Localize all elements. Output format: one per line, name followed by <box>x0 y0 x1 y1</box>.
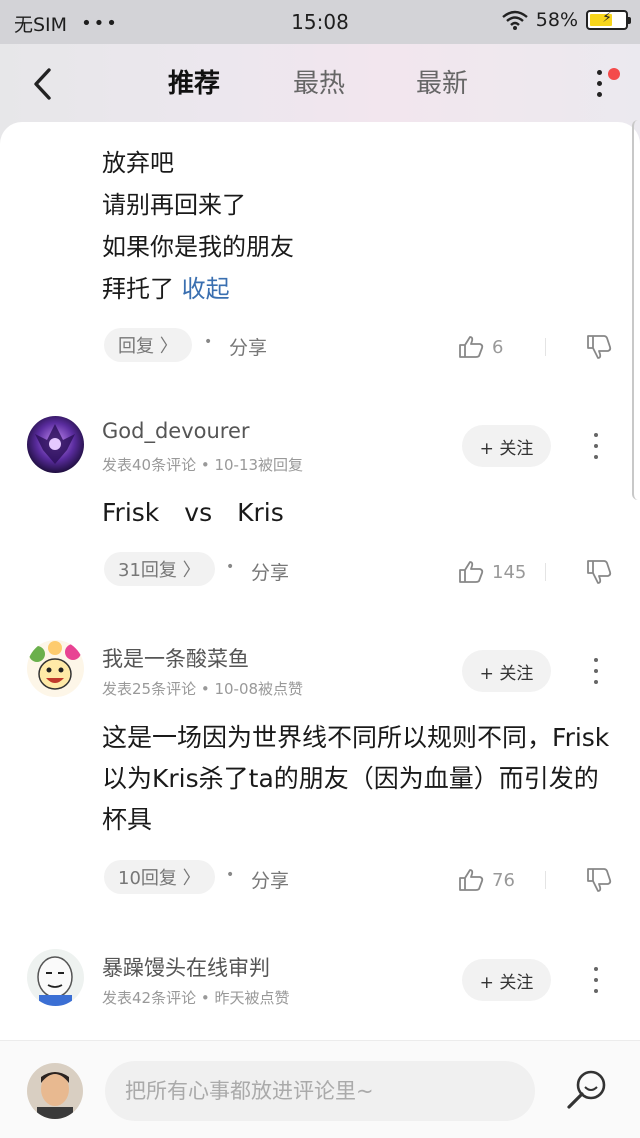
comment-input[interactable] <box>105 1061 535 1121</box>
avatar[interactable] <box>27 416 84 473</box>
tab-hottest[interactable]: 最热 <box>293 64 345 104</box>
user-meta: 发表25条评论 • 10-08被点赞 <box>102 680 304 698</box>
thumbs-up-icon <box>459 561 484 583</box>
tab-newest[interactable]: 最新 <box>416 64 468 104</box>
follow-button[interactable]: + 关注 <box>462 959 551 1001</box>
replies-button[interactable]: 31回复 〉 <box>104 552 215 586</box>
thumbs-up-icon <box>459 869 484 891</box>
notification-dot <box>608 68 620 80</box>
separator-dot: • <box>226 867 235 883</box>
reply-line: 如果你是我的朋友 <box>102 233 294 261</box>
thumbs-up-icon <box>459 336 484 358</box>
share-button[interactable]: 分享 <box>251 558 289 585</box>
collapse-link[interactable]: 收起 <box>182 275 230 303</box>
avatar[interactable] <box>27 640 84 697</box>
reply-line: 请别再回来了 <box>102 191 246 219</box>
reply-button[interactable]: 回复 〉 <box>104 328 192 362</box>
follow-button[interactable]: + 关注 <box>462 425 551 467</box>
share-button[interactable]: 分享 <box>251 866 289 893</box>
top-navigation: 推荐 最热 最新 <box>0 44 640 124</box>
comment-text: 这是一场因为世界线不同所以规则不同，Frisk以为Kris杀了ta的朋友（因为血… <box>102 723 610 834</box>
like-button[interactable]: 145 <box>458 557 526 587</box>
like-count: 6 <box>492 336 504 358</box>
like-count: 76 <box>492 869 515 891</box>
like-button[interactable]: 6 <box>458 332 503 362</box>
my-avatar[interactable] <box>27 1063 83 1119</box>
comment-composer-bar <box>0 1040 640 1138</box>
back-arrow-icon <box>34 68 51 100</box>
username[interactable]: God_devourer <box>102 419 250 443</box>
back-button[interactable] <box>24 64 60 104</box>
divider <box>545 563 546 581</box>
comment-text: Frisk vs Kris <box>102 498 284 527</box>
share-button[interactable]: 分享 <box>229 333 267 360</box>
follow-button[interactable]: + 关注 <box>462 650 551 692</box>
expanded-reply-text: 放弃吧 请别再回来了 如果你是我的朋友 拜托了 收起 <box>102 142 294 310</box>
thumbs-down-icon[interactable] <box>585 557 613 587</box>
divider <box>545 871 546 889</box>
comment-more-icon[interactable] <box>588 430 604 462</box>
like-count: 145 <box>492 561 527 583</box>
comments-panel: 放弃吧 请别再回来了 如果你是我的朋友 拜托了 收起 回复 〉 • 分享 6 G… <box>0 122 640 1042</box>
separator-dot: • <box>204 334 213 350</box>
tab-recommended[interactable]: 推荐 <box>168 64 220 104</box>
divider <box>545 338 546 356</box>
replies-button[interactable]: 10回复 〉 <box>104 860 215 894</box>
reply-line: 拜托了 <box>102 275 174 303</box>
username[interactable]: 我是一条酸菜鱼 <box>102 643 249 673</box>
user-meta: 发表40条评论 • 10-13被回复 <box>102 456 304 474</box>
separator-dot: • <box>226 559 235 575</box>
wifi-icon <box>501 10 528 30</box>
username[interactable]: 暴躁馒头在线审判 <box>102 952 270 982</box>
comment-more-icon[interactable] <box>588 964 604 996</box>
battery-icon: ⚡ <box>586 10 631 30</box>
user-meta: 发表42条评论 • 昨天被点赞 <box>102 989 290 1007</box>
thumbs-down-icon[interactable] <box>585 865 613 895</box>
thumbs-down-icon[interactable] <box>585 332 613 362</box>
avatar[interactable] <box>27 949 84 1006</box>
more-options-button[interactable] <box>584 66 620 106</box>
scroll-indicator[interactable] <box>632 120 640 500</box>
battery-percent: 58% <box>535 9 578 31</box>
like-button[interactable]: 76 <box>458 865 515 895</box>
emoji-search-icon[interactable] <box>563 1067 609 1113</box>
reply-line: 放弃吧 <box>102 149 174 177</box>
comment-more-icon[interactable] <box>588 655 604 687</box>
status-bar: 无SIM ••• 15:08 58% ⚡ <box>0 0 640 44</box>
